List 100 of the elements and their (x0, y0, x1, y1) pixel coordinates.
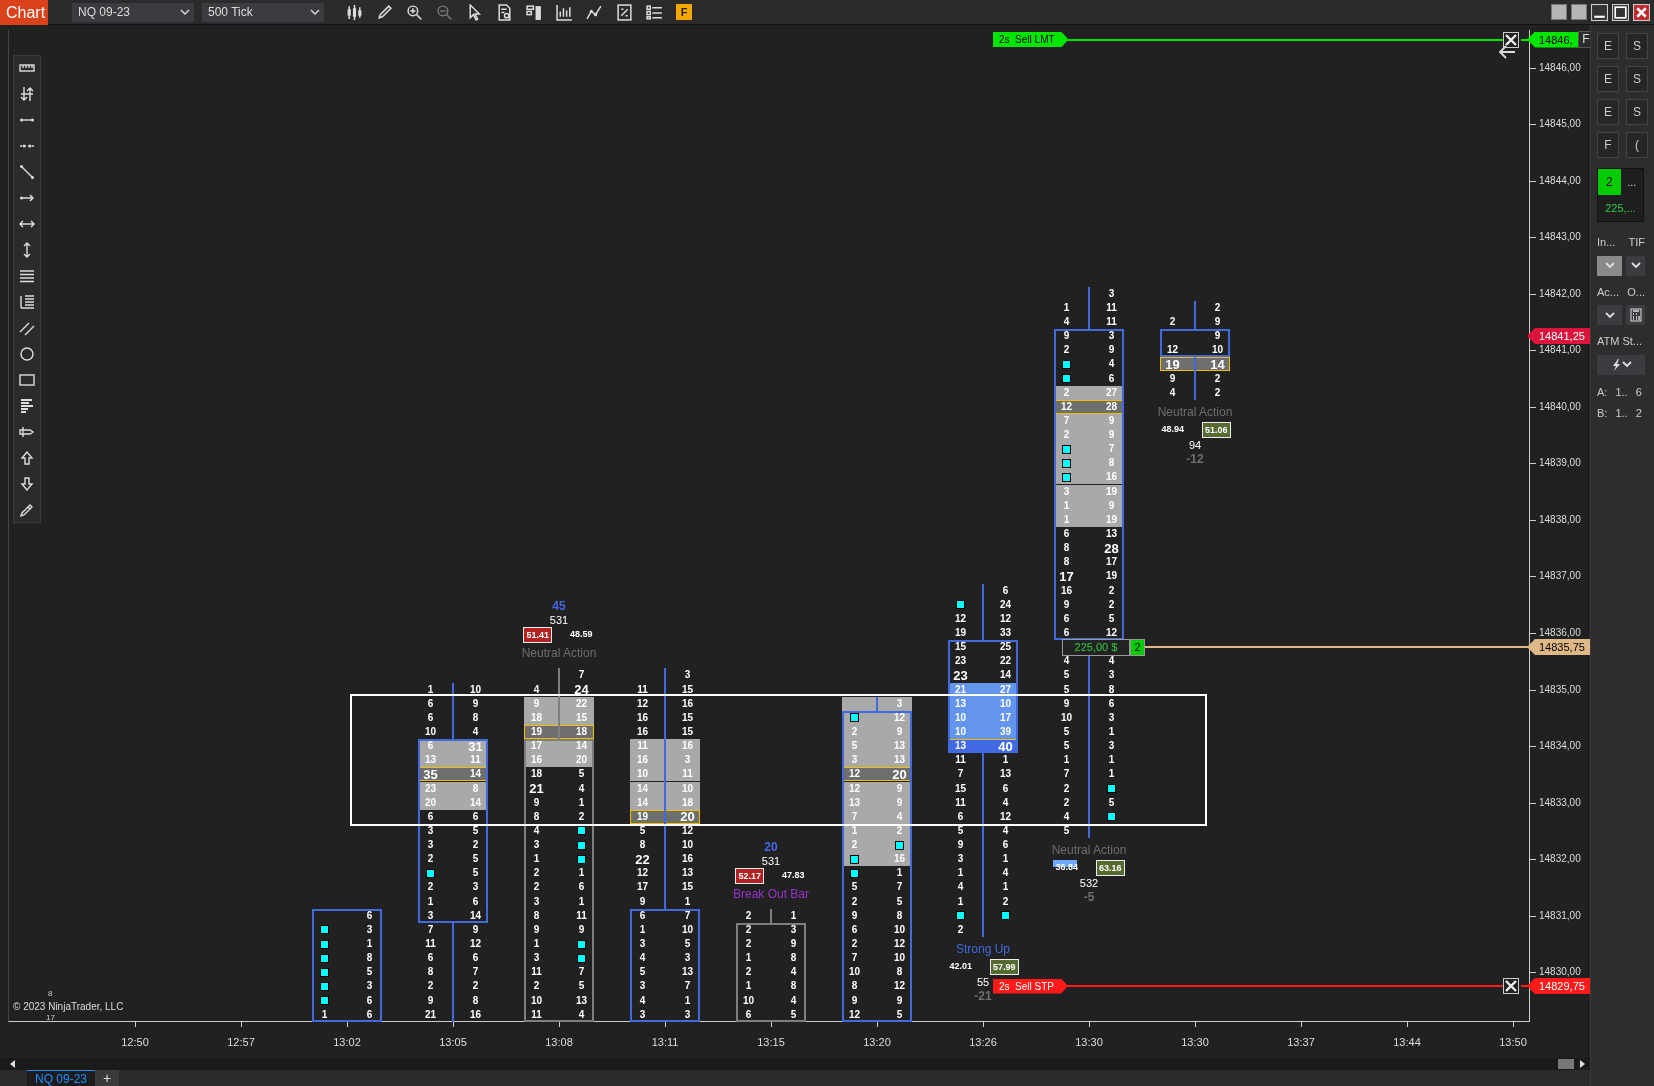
pencil-icon[interactable] (19, 502, 35, 518)
order-button[interactable]: E (1597, 66, 1619, 92)
ask-volume: 1 (684, 995, 691, 1006)
rectangle-icon[interactable] (19, 372, 35, 388)
ask-volume: 9 (1108, 500, 1115, 511)
minimize-icon[interactable] (1591, 3, 1608, 21)
instrument-dropdown[interactable]: NQ 09-23 (72, 2, 194, 22)
zoom-in-icon[interactable] (406, 3, 423, 21)
bid-volume: 5 (1063, 670, 1070, 681)
price-label: 14831,00 (1539, 909, 1581, 922)
bid-volume: 10 (530, 995, 543, 1006)
bid-volume: 5 (1063, 684, 1070, 695)
bid-volume: 16 (636, 726, 649, 737)
circle-icon[interactable] (19, 346, 35, 362)
pencil-icon[interactable] (376, 3, 393, 21)
close-icon[interactable] (1503, 978, 1519, 994)
time-label: 13:08 (545, 1035, 573, 1050)
vertical-arrows-icon[interactable] (19, 86, 35, 102)
bid-volume: 10 (1060, 712, 1073, 723)
ask-volume: 1 (684, 896, 691, 907)
strategy-sheet-icon[interactable] (616, 3, 633, 21)
stepped-lines-icon[interactable] (19, 294, 35, 310)
left-arrow-icon[interactable] (1498, 45, 1516, 59)
aligned-bars-icon[interactable] (19, 398, 35, 414)
parallel-lines-icon[interactable] (19, 320, 35, 336)
close-icon[interactable] (1633, 3, 1650, 21)
bid-volume: 3 (851, 755, 858, 766)
percentage-label: 42.01 (948, 959, 973, 973)
ask-volume: 16 (681, 741, 694, 752)
bid-volume: 35 (423, 767, 438, 781)
maximize-icon[interactable] (1612, 3, 1629, 21)
bid-volume: 4 (957, 882, 964, 893)
ask-volume: 1 (790, 910, 797, 921)
candlestick-icon[interactable] (346, 3, 363, 21)
order-button[interactable]: ( (1626, 132, 1648, 158)
up-arrow-icon[interactable] (19, 450, 35, 466)
order-label[interactable]: 2s Sell STP (993, 978, 1069, 994)
bid-volume: 8 (427, 967, 434, 978)
ask-volume: 8 (1108, 458, 1115, 469)
bid-volume: 6 (427, 712, 434, 723)
percentage-badge: 63.16 (1096, 859, 1125, 876)
line-chart-icon[interactable] (586, 3, 603, 21)
order-button[interactable]: S (1626, 66, 1648, 92)
bid-volume: 14 (636, 797, 649, 808)
price-label: 14834,00 (1539, 740, 1581, 753)
down-arrow-icon[interactable] (19, 476, 35, 492)
order-button[interactable]: E (1597, 99, 1619, 125)
position-quantity: 2 (1130, 639, 1145, 656)
ask-volume: 9 (896, 797, 903, 808)
atm-dropdown[interactable] (1597, 354, 1645, 375)
candle-wick (876, 696, 878, 711)
f-button[interactable]: F (676, 4, 692, 20)
signal-label: Strong Up (956, 941, 1010, 956)
diagonal-line-icon[interactable] (19, 164, 35, 180)
horizontal-lines-icon[interactable] (19, 268, 35, 284)
square-marker-icon (320, 939, 329, 949)
window-button[interactable] (1571, 3, 1587, 20)
ask-volume: 1 (1108, 755, 1115, 766)
order-button[interactable]: F (1597, 132, 1619, 158)
square-marker-icon (577, 939, 586, 949)
list-icon[interactable] (646, 3, 663, 21)
bar-chart-icon[interactable] (556, 3, 573, 21)
order-label[interactable]: 2s Sell LMT (993, 32, 1069, 47)
price-marker-icon[interactable] (19, 424, 35, 440)
interval-dropdown[interactable]: 500 Tick (202, 2, 324, 22)
window-button[interactable] (1551, 3, 1567, 20)
bid-volume: 10 (848, 967, 861, 978)
ask-volume: 2 (1214, 373, 1221, 384)
bid-volume: 1 (427, 684, 434, 695)
order-button[interactable]: S (1626, 33, 1648, 59)
order-button[interactable]: E (1597, 33, 1619, 59)
ask-volume: 5 (366, 967, 373, 978)
calculator-button[interactable] (1626, 305, 1645, 325)
chart-tab[interactable]: NQ 09-23 (27, 1070, 96, 1086)
document-search-icon[interactable] (496, 3, 513, 21)
add-tab-button[interactable]: + (95, 1070, 120, 1086)
panel-columns-icon[interactable] (526, 3, 543, 21)
right-arrow-icon[interactable] (1578, 1059, 1586, 1069)
left-arrow-icon[interactable] (9, 1059, 17, 1069)
ask-volume: 4 (1108, 656, 1115, 667)
volume-value: 94 (1188, 437, 1202, 452)
instrument-dropdown[interactable] (1597, 255, 1622, 276)
zoom-out-icon[interactable] (436, 3, 453, 21)
tif-dropdown[interactable] (1626, 255, 1645, 276)
signal-label: Neutral Action (1051, 842, 1127, 857)
bid-volume: 13 (848, 797, 861, 808)
f-button[interactable]: F (1578, 31, 1590, 48)
scrollbar-thumb[interactable] (1558, 1059, 1574, 1069)
price-label: 14843,00 (1539, 231, 1581, 244)
close-icon[interactable] (1503, 31, 1519, 48)
bid-volume: 14 (636, 783, 649, 794)
ask-volume: 5 (472, 825, 479, 836)
ask-volume: 7 (896, 882, 903, 893)
bid-volume: 23 (953, 668, 968, 682)
order-button[interactable]: S (1626, 99, 1648, 125)
account-dropdown[interactable] (1597, 305, 1622, 325)
percentage-badge: 51.41 (523, 627, 552, 644)
ask-volume: 15 (681, 712, 694, 723)
price-label: 14842,00 (1539, 287, 1581, 300)
bid-volume: 22 (635, 852, 650, 866)
